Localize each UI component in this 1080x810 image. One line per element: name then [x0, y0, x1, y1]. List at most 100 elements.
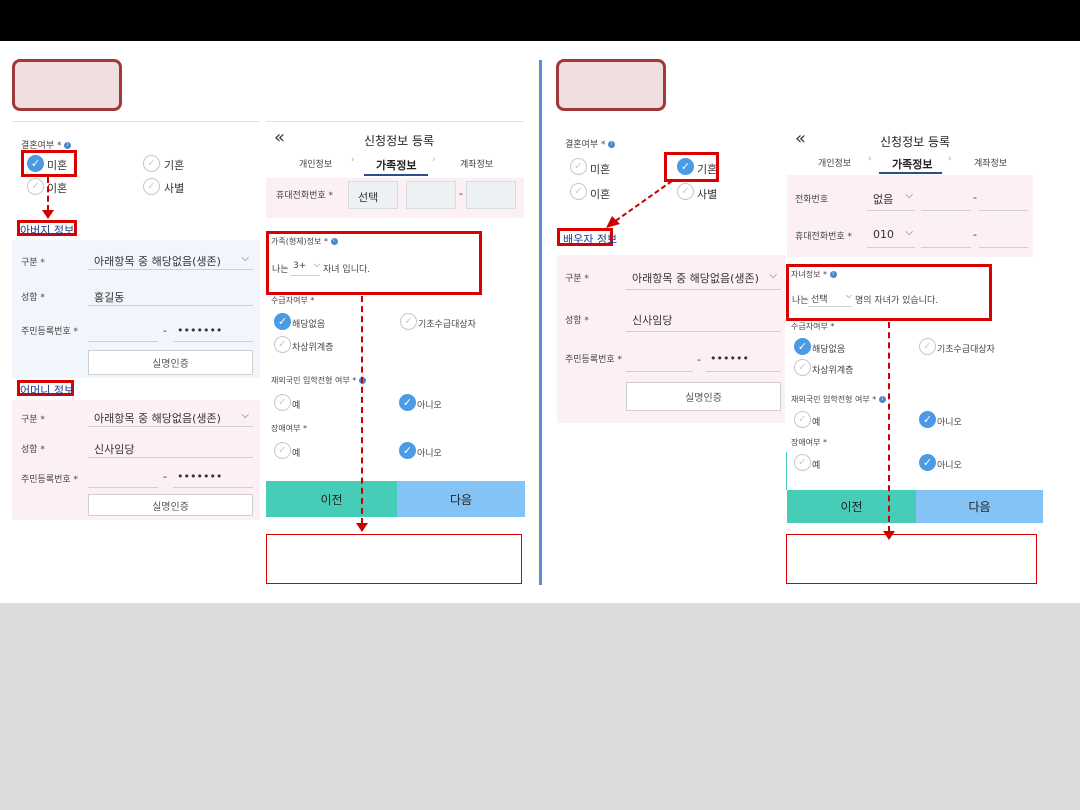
father-id-dash: -: [163, 324, 167, 337]
tab-account[interactable]: 계좌정보: [974, 156, 1007, 169]
tel-middle-input[interactable]: [921, 185, 971, 211]
tab-personal[interactable]: 개인정보: [299, 157, 332, 170]
phone-label: 휴대전화번호 *: [795, 232, 853, 242]
radio-overseas-no[interactable]: ✓: [919, 411, 936, 428]
back-icon[interactable]: «: [795, 128, 806, 149]
radio-overseas-yes-label: 예: [292, 401, 301, 411]
spouse-id-label: 주민등록번호 *: [565, 355, 623, 365]
right-tag-box: [556, 59, 666, 111]
overseas-label: 재외국민 입학전형 여부 * i: [271, 375, 366, 386]
radio-bereaved[interactable]: ✓: [143, 178, 160, 195]
tab-active-underline: [879, 172, 942, 174]
phone-prefix-select[interactable]: 선택: [348, 181, 398, 209]
phone-last-input[interactable]: [466, 181, 516, 209]
chevron-down-icon: ⌵: [769, 270, 777, 281]
prev-button[interactable]: 이전: [266, 481, 397, 517]
phone-middle-input[interactable]: [406, 181, 456, 209]
radio-income-near[interactable]: ✓: [794, 359, 811, 376]
info-icon: i: [878, 396, 886, 403]
spouse-name-input[interactable]: 신사임당: [626, 306, 781, 332]
radio-single[interactable]: ✓: [570, 158, 587, 175]
info-icon: i: [64, 142, 72, 149]
mother-type-select[interactable]: 아래항목 중 해당없음(생존) ⌵: [88, 405, 253, 427]
children-select[interactable]: 선택 ⌵: [808, 289, 852, 307]
radio-income-basic[interactable]: ✓: [919, 338, 936, 355]
father-id-back-input[interactable]: •••••••: [173, 320, 253, 342]
phone-label: 휴대전화번호 *: [276, 191, 334, 201]
radio-overseas-no-label: 아니오: [417, 401, 442, 411]
radio-married[interactable]: ✓: [677, 158, 694, 175]
father-type-select[interactable]: 아래항목 중 해당없음(생존) ⌵: [88, 248, 253, 270]
radio-income-basic[interactable]: ✓: [400, 313, 417, 330]
mother-verify-button[interactable]: 실명인증: [88, 494, 253, 516]
prev-button[interactable]: 이전: [787, 490, 916, 523]
radio-income-none[interactable]: ✓: [274, 313, 291, 330]
father-id-front-input[interactable]: [88, 320, 158, 342]
radio-overseas-no-label: 아니오: [937, 418, 962, 428]
mother-id-front-input[interactable]: [88, 466, 158, 488]
radio-overseas-yes-label: 예: [812, 418, 821, 428]
phone-last-input[interactable]: [979, 222, 1028, 248]
chevron-down-icon: ⌵: [241, 410, 249, 421]
radio-income-basic-label: 기초수급대상자: [418, 320, 476, 330]
spouse-id-back-input[interactable]: ••••••: [706, 348, 781, 372]
income-label: 수급자여부 *: [791, 322, 835, 331]
back-icon[interactable]: «: [274, 127, 285, 148]
left-note-box: [266, 534, 522, 584]
father-id-label: 주민등록번호 *: [21, 327, 79, 337]
family-count-select[interactable]: 3+ ⌵: [290, 258, 320, 276]
arrow-line: [888, 322, 890, 532]
radio-single-label: 미혼: [47, 159, 68, 172]
father-verify-button[interactable]: 실명인증: [88, 350, 253, 375]
divider: [539, 60, 542, 585]
info-icon: i: [608, 141, 616, 148]
phone-prefix-select[interactable]: 010 ⌵: [867, 222, 915, 248]
radio-disability-yes[interactable]: ✓: [794, 454, 811, 471]
radio-overseas-yes[interactable]: ✓: [274, 394, 291, 411]
marital-label: 결혼여부 * i: [565, 137, 616, 150]
radio-income-near[interactable]: ✓: [274, 336, 291, 353]
radio-bereaved-label: 사별: [697, 188, 718, 201]
tab-family[interactable]: 가족정보: [376, 157, 416, 173]
tab-chevron-icon: ›: [868, 154, 872, 164]
tab-account[interactable]: 계좌정보: [460, 157, 493, 170]
phone-dash: -: [973, 228, 977, 241]
radio-income-near-label: 차상위계층: [292, 343, 334, 353]
radio-disability-no[interactable]: ✓: [399, 442, 416, 459]
radio-disability-no[interactable]: ✓: [919, 454, 936, 471]
tel-label: 전화번호: [795, 195, 829, 205]
form-title: 신청정보 등록: [880, 135, 951, 149]
tab-chevron-icon: ›: [948, 154, 952, 164]
disability-label: 장애여부 *: [271, 424, 307, 433]
mother-name-label: 성함 *: [21, 445, 45, 455]
spouse-verify-button[interactable]: 실명인증: [626, 382, 781, 411]
mother-name-input[interactable]: 신사임당: [88, 436, 253, 458]
radio-overseas-yes[interactable]: ✓: [794, 411, 811, 428]
radio-disability-yes[interactable]: ✓: [274, 442, 291, 459]
arrow-head: [42, 210, 54, 219]
children-suffix: 명의 자녀가 있습니다.: [855, 296, 939, 306]
arrow-head: [356, 523, 368, 532]
spouse-id-front-input[interactable]: [626, 348, 693, 372]
mother-id-back-input[interactable]: •••••••: [173, 466, 253, 488]
spouse-type-select[interactable]: 아래항목 중 해당없음(생존) ⌵: [626, 264, 781, 290]
radio-divorced[interactable]: ✓: [570, 183, 587, 200]
radio-married[interactable]: ✓: [143, 155, 160, 172]
next-button[interactable]: 다음: [397, 481, 525, 517]
father-name-input[interactable]: 홍길동: [88, 284, 253, 306]
next-button[interactable]: 다음: [916, 490, 1043, 523]
father-type-label: 구분 *: [21, 258, 45, 268]
phone-middle-input[interactable]: [921, 222, 971, 248]
father-title: 아버지 정보: [20, 224, 75, 237]
radio-overseas-no[interactable]: ✓: [399, 394, 416, 411]
tel-select[interactable]: 없음 ⌵: [867, 185, 915, 211]
tab-personal[interactable]: 개인정보: [818, 156, 851, 169]
diagonal-arrow: [606, 180, 673, 228]
tel-last-input[interactable]: [979, 185, 1028, 211]
radio-divorced[interactable]: ✓: [27, 178, 44, 195]
radio-single[interactable]: ✓: [27, 155, 44, 172]
radio-income-near-label: 차상위계층: [812, 366, 854, 376]
tab-family[interactable]: 가족정보: [892, 156, 932, 172]
mother-type-label: 구분 *: [21, 415, 45, 425]
radio-income-none[interactable]: ✓: [794, 338, 811, 355]
